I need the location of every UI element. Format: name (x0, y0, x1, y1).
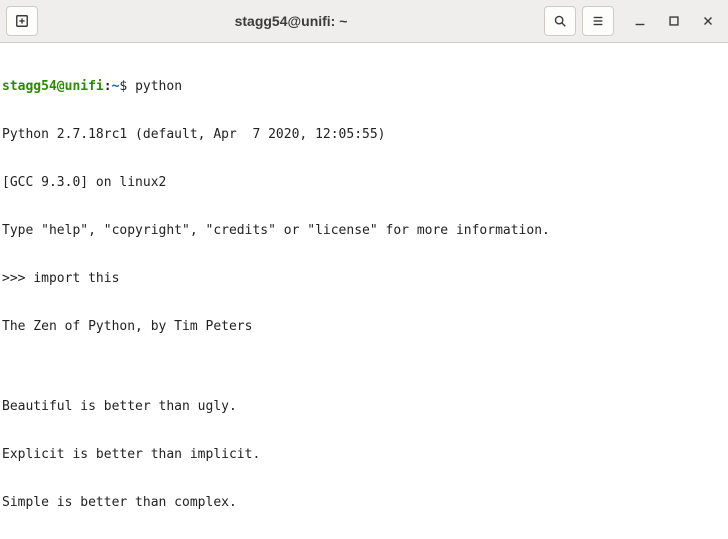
terminal-window: stagg54@unifi: ~ (0, 0, 728, 539)
help-line: Type "help", "copyright", "credits" or "… (2, 223, 726, 239)
repl-import-line: >>> import this (2, 271, 726, 287)
window-controls (626, 7, 722, 35)
prompt-dollar: $ (119, 79, 127, 94)
shell-prompt-line: stagg54@unifi:~$ python (2, 79, 726, 95)
import-command: import this (33, 271, 119, 286)
hamburger-menu-button[interactable] (582, 6, 614, 36)
new-tab-button[interactable] (6, 6, 38, 36)
maximize-icon (667, 14, 681, 28)
new-tab-icon (15, 14, 29, 28)
close-button[interactable] (694, 7, 722, 35)
hamburger-icon (591, 14, 605, 28)
toolbar-right (544, 6, 614, 36)
zen-line: Explicit is better than implicit. (2, 447, 726, 463)
titlebar: stagg54@unifi: ~ (0, 0, 728, 43)
terminal-body[interactable]: stagg54@unifi:~$ python Python 2.7.18rc1… (0, 43, 728, 539)
prompt-separator: : (104, 79, 112, 94)
maximize-button[interactable] (660, 7, 688, 35)
python-version-line: Python 2.7.18rc1 (default, Apr 7 2020, 1… (2, 127, 726, 143)
zen-line: Beautiful is better than ugly. (2, 399, 726, 415)
search-button[interactable] (544, 6, 576, 36)
close-icon (701, 14, 715, 28)
zen-line: Simple is better than complex. (2, 495, 726, 511)
window-title: stagg54@unifi: ~ (44, 13, 538, 29)
minimize-icon (633, 14, 647, 28)
search-icon (553, 14, 567, 28)
prompt-user-host: stagg54@unifi (2, 79, 104, 94)
minimize-button[interactable] (626, 7, 654, 35)
repl-prompt: >>> (2, 271, 33, 286)
shell-command: python (135, 79, 182, 94)
zen-title: The Zen of Python, by Tim Peters (2, 319, 726, 335)
gcc-line: [GCC 9.3.0] on linux2 (2, 175, 726, 191)
